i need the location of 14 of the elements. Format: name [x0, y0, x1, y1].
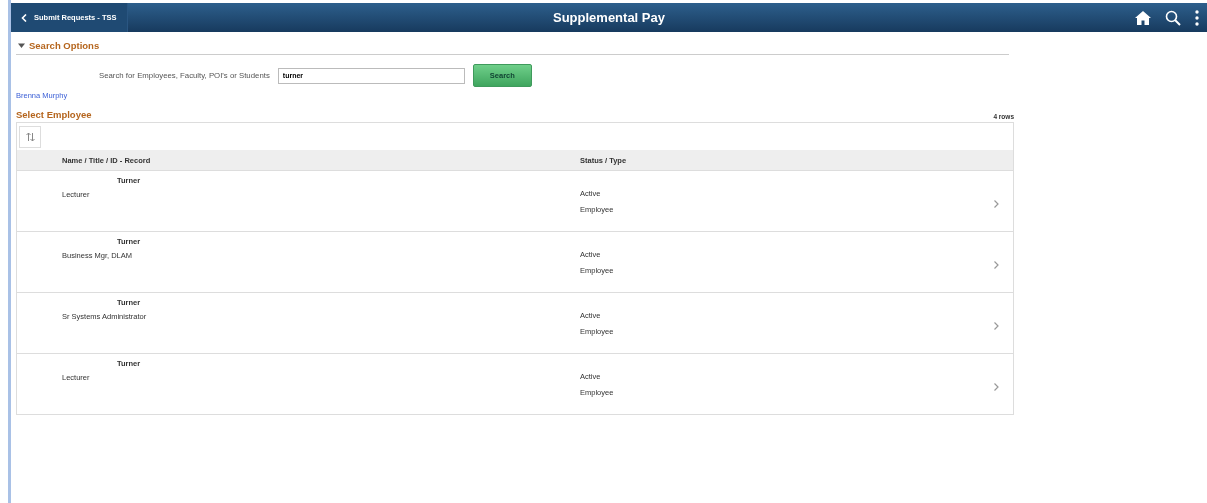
search-icon[interactable]	[1165, 9, 1181, 26]
sort-icon	[25, 131, 35, 142]
page-title: Supplemental Pay	[553, 10, 665, 25]
chevron-left-icon	[21, 13, 27, 22]
sort-button[interactable]	[19, 125, 41, 148]
chevron-right-icon	[994, 321, 999, 330]
home-icon[interactable]	[1135, 10, 1151, 25]
caret-down-icon	[18, 42, 25, 49]
grid-title: Select Employee	[16, 109, 92, 120]
chevron-right-icon	[994, 199, 999, 208]
chevron-right-icon	[994, 260, 999, 269]
section-toggle[interactable]: Search Options	[16, 40, 100, 51]
chevron-right-icon	[994, 382, 999, 391]
more-icon[interactable]	[1195, 9, 1199, 26]
